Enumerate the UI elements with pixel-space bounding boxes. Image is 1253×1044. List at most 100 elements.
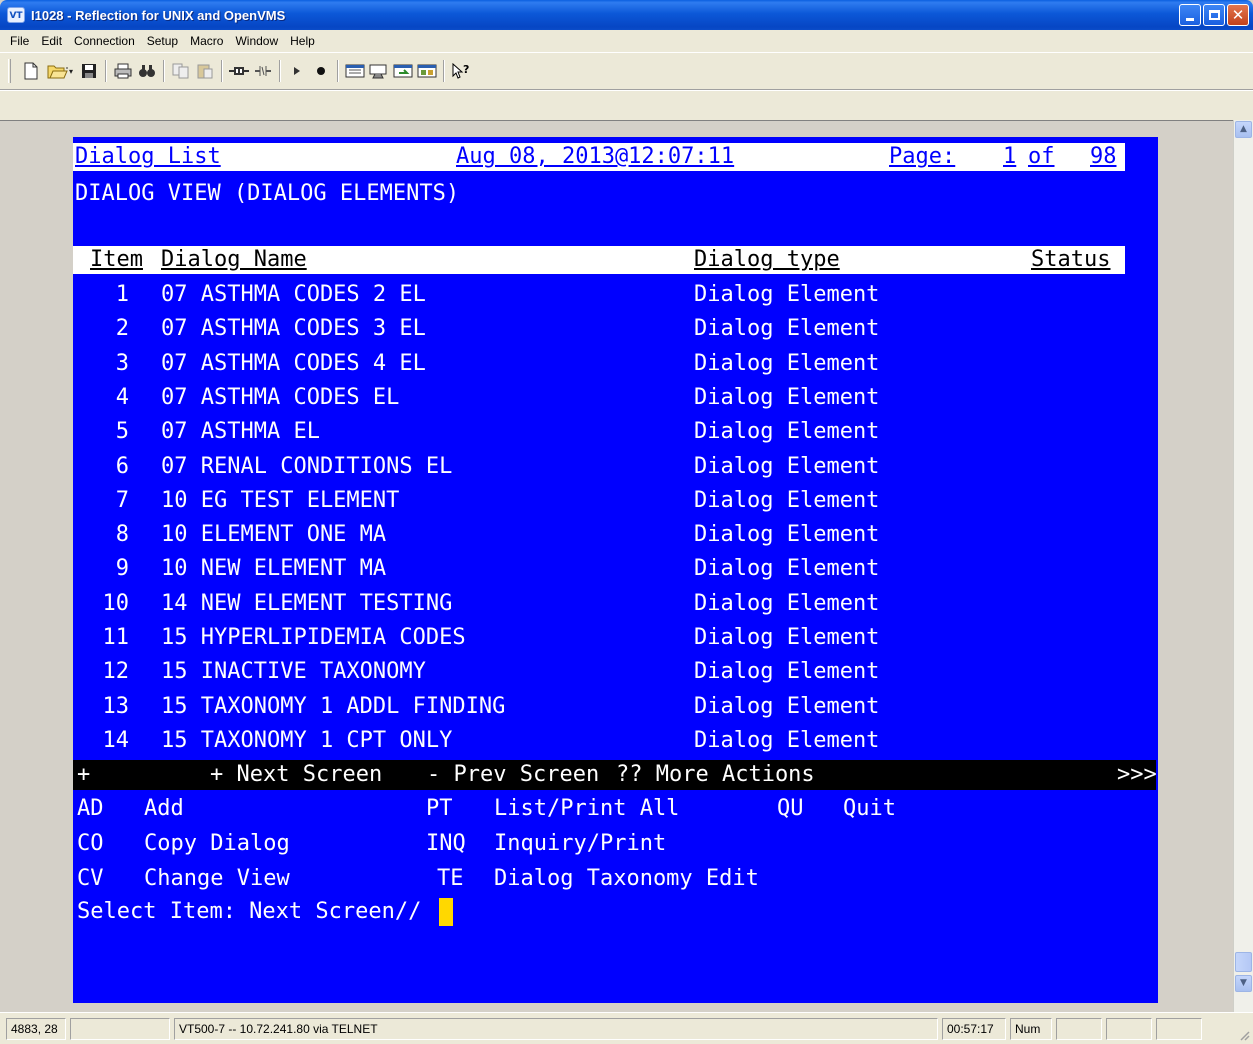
- menu-macro[interactable]: Macro: [184, 34, 229, 48]
- row-item-number[interactable]: 3: [0, 347, 129, 381]
- prev-screen-action[interactable]: - Prev Screen: [427, 760, 599, 790]
- action-code-list-print-all[interactable]: PT: [426, 792, 453, 826]
- open-folder-icon[interactable]: ▾: [43, 59, 77, 83]
- row-dialog-type: Dialog Element: [694, 316, 880, 341]
- minimize-button[interactable]: [1179, 4, 1201, 26]
- action-code-inquiry-print[interactable]: INQ: [426, 827, 466, 861]
- vertical-scrollbar[interactable]: ▲ ▼: [1233, 120, 1253, 1012]
- keyboard-map-icon[interactable]: [415, 59, 439, 83]
- col-dialog-name: Dialog Name: [161, 247, 307, 272]
- reflection-app-icon[interactable]: VT: [7, 7, 25, 23]
- menu-window[interactable]: Window: [229, 34, 284, 48]
- view-caption: DIALOG VIEW (DIALOG ELEMENTS): [75, 181, 460, 206]
- action-label-list-print-all[interactable]: List/Print All: [494, 792, 679, 826]
- row-item-number[interactable]: 1: [0, 278, 129, 312]
- row-item-number[interactable]: 12: [0, 655, 130, 689]
- resize-grip-icon[interactable]: [1238, 1029, 1250, 1041]
- row-item-number[interactable]: 9: [0, 552, 129, 586]
- row-dialog-name[interactable]: 07 ASTHMA CODES 3 EL: [161, 312, 426, 346]
- screen-timestamp: Aug 08, 2013@12:07:11: [456, 144, 735, 169]
- text-cursor: [439, 898, 453, 926]
- disconnect-icon[interactable]: [251, 59, 275, 83]
- action-label-taxonomy-edit[interactable]: Dialog Taxonomy Edit: [494, 862, 759, 896]
- menu-connection[interactable]: Connection: [68, 34, 141, 48]
- action-code-taxonomy-edit[interactable]: TE: [437, 862, 464, 896]
- action-label-quit[interactable]: Quit: [843, 792, 896, 826]
- action-label-copy-dialog[interactable]: Copy Dialog: [144, 827, 290, 861]
- row-dialog-name[interactable]: 15 TAXONOMY 1 CPT ONLY: [161, 724, 452, 758]
- action-label-inquiry-print[interactable]: Inquiry/Print: [494, 827, 666, 861]
- maximize-icon: [1208, 10, 1220, 20]
- action-label-change-view[interactable]: Change View: [144, 862, 290, 896]
- row-dialog-name[interactable]: 07 ASTHMA EL: [161, 415, 320, 449]
- menu-edit[interactable]: Edit: [35, 34, 68, 48]
- toolbar-separator: [337, 60, 339, 82]
- minimize-icon: [1186, 17, 1194, 21]
- menu-bar: File Edit Connection Setup Macro Window …: [0, 30, 1253, 52]
- row-item-number[interactable]: 2: [0, 312, 129, 346]
- status-bar: 4883, 28 VT500-7 -- 10.72.241.80 via TEL…: [0, 1012, 1253, 1044]
- action-code-quit[interactable]: QU: [777, 792, 804, 826]
- toolbar-separator: [279, 60, 281, 82]
- find-icon[interactable]: [135, 59, 159, 83]
- save-icon[interactable]: [77, 59, 101, 83]
- row-item-number[interactable]: 6: [0, 450, 129, 484]
- row-item-number[interactable]: 10: [0, 587, 130, 621]
- print-icon[interactable]: [111, 59, 135, 83]
- menu-setup[interactable]: Setup: [141, 34, 184, 48]
- row-item-number[interactable]: 4: [0, 381, 129, 415]
- more-actions-action[interactable]: ?? More Actions: [616, 760, 815, 790]
- row-dialog-name[interactable]: 10 ELEMENT ONE MA: [161, 518, 386, 552]
- row-dialog-type: Dialog Element: [694, 728, 880, 753]
- scroll-up-button[interactable]: ▲: [1235, 121, 1252, 138]
- connect-icon[interactable]: [227, 59, 251, 83]
- row-item-number[interactable]: 8: [0, 518, 129, 552]
- toolbar-separator: [443, 60, 445, 82]
- row-dialog-name[interactable]: 14 NEW ELEMENT TESTING: [161, 587, 452, 621]
- action-code-change-view[interactable]: CV: [77, 862, 104, 896]
- row-dialog-name[interactable]: 10 EG TEST ELEMENT: [161, 484, 399, 518]
- menu-help[interactable]: Help: [284, 34, 321, 48]
- row-dialog-name[interactable]: 07 RENAL CONDITIONS EL: [161, 450, 452, 484]
- action-code-copy-dialog[interactable]: CO: [77, 827, 104, 861]
- row-dialog-name[interactable]: 15 HYPERLIPIDEMIA CODES: [161, 621, 466, 655]
- row-dialog-name[interactable]: 10 NEW ELEMENT MA: [161, 552, 386, 586]
- toolbar-grip[interactable]: [8, 59, 11, 83]
- play-macro-icon[interactable]: [285, 59, 309, 83]
- action-bar: + + Next Screen - Prev Screen ?? More Ac…: [73, 760, 1157, 790]
- paste-icon[interactable]: [193, 59, 217, 83]
- row-dialog-name[interactable]: 07 ASTHMA CODES 4 EL: [161, 347, 426, 381]
- more-items-indicator: +: [77, 762, 91, 787]
- window-title-bar[interactable]: VT I1028 - Reflection for UNIX and OpenV…: [0, 0, 1253, 30]
- row-dialog-type: Dialog Element: [694, 385, 880, 410]
- row-dialog-name[interactable]: 15 TAXONOMY 1 ADDL FINDING: [161, 690, 505, 724]
- row-item-number[interactable]: 7: [0, 484, 129, 518]
- action-label-add[interactable]: Add: [144, 792, 184, 826]
- transfer-icon[interactable]: [391, 59, 415, 83]
- row-item-number[interactable]: 13: [0, 690, 130, 724]
- context-help-icon[interactable]: ?: [449, 59, 473, 83]
- command-prompt[interactable]: Select Item: Next Screen//: [77, 895, 435, 929]
- action-code-add[interactable]: AD: [77, 792, 104, 826]
- send-icon[interactable]: [367, 59, 391, 83]
- row-dialog-name[interactable]: 15 INACTIVE TAXONOMY: [161, 655, 426, 689]
- row-item-number[interactable]: 14: [0, 724, 130, 758]
- chevron-up-icon: ▲: [1240, 124, 1247, 134]
- row-dialog-name[interactable]: 07 ASTHMA CODES EL: [161, 381, 399, 415]
- list-header-bar: Dialog List Aug 08, 2013@12:07:11 Page: …: [73, 143, 1125, 171]
- row-item-number[interactable]: 11: [0, 621, 130, 655]
- maximize-button[interactable]: [1203, 4, 1225, 26]
- new-document-icon[interactable]: [19, 59, 43, 83]
- cursor-position: 4883, 28: [6, 1018, 66, 1040]
- close-button[interactable]: ✕: [1227, 4, 1249, 26]
- next-screen-action[interactable]: + Next Screen: [210, 760, 382, 790]
- row-dialog-type: Dialog Element: [694, 694, 880, 719]
- scroll-down-button[interactable]: ▼: [1235, 975, 1252, 992]
- record-macro-icon[interactable]: [309, 59, 333, 83]
- row-dialog-name[interactable]: 07 ASTHMA CODES 2 EL: [161, 278, 426, 312]
- row-item-number[interactable]: 5: [0, 415, 129, 449]
- setup-icon[interactable]: [343, 59, 367, 83]
- scroll-thumb[interactable]: [1235, 952, 1252, 972]
- copy-icon[interactable]: [169, 59, 193, 83]
- menu-file[interactable]: File: [4, 34, 35, 48]
